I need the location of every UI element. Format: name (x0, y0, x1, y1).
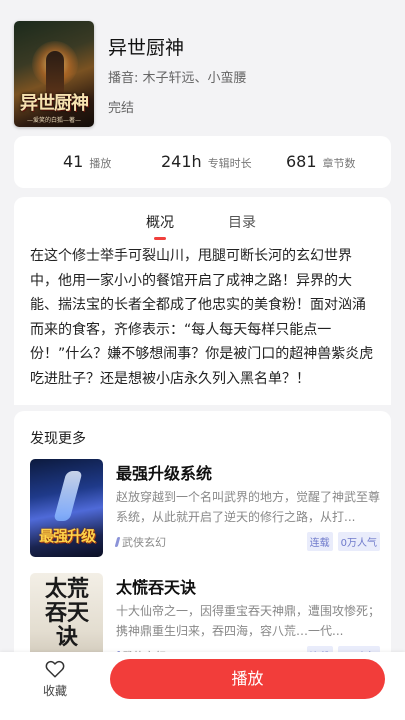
stat-chapters-label: 章节数 (322, 157, 356, 170)
book-status: 完结 (108, 101, 135, 116)
recommendation-cover-title: 最强升级 (38, 527, 96, 545)
category-mark-icon (114, 537, 121, 547)
tab-overview[interactable]: 概况 (146, 212, 174, 232)
recommendation-cover[interactable]: 最强升级 (30, 459, 103, 557)
recommendation-desc: 十大仙帝之一，因得重宝吞天神鼎，遭围攻惨死；携神鼎重生归来，吞四海，容八荒…一代… (116, 604, 380, 638)
book-cover: 异世厨神 —爱笑的白狐—著— (14, 21, 94, 127)
recommendation-desc: 赵放穿越到一个名叫武界的地方，觉醒了神武至尊系统，从此就开启了逆天的修行之路，从… (116, 490, 380, 524)
recommendation-cover-title: 太荒吞天诀 (44, 576, 89, 650)
stat-plays-label: 播放 (89, 157, 112, 170)
recommendation-title[interactable]: 最强升级系统 (116, 460, 212, 484)
discover-title: 发现更多 (30, 431, 86, 447)
favorite-button[interactable]: 收藏 (30, 660, 80, 704)
book-title: 异世厨神 (108, 37, 185, 59)
stat-plays: 41 播放 (63, 152, 111, 171)
popularity-badge: 0万人气 (337, 532, 380, 551)
bottom-action-bar: 收藏 播放 (0, 652, 405, 720)
book-cover-title: 异世厨神 (20, 93, 89, 114)
recommendation-title[interactable]: 太慌吞天诀 (116, 574, 196, 598)
recommendation-tags: 连载 0万人气 (306, 532, 380, 551)
tab-active-indicator (154, 237, 166, 240)
book-header: 异世厨神 —爱笑的白狐—著— 异世厨神 播音: 木子轩远、小蛮腰 完结 (0, 0, 405, 135)
intro-card: 概况 目录 在这个修士举手可裂山川，甩腿可断长河的玄幻世界中，他用一家小小的餐馆… (14, 197, 391, 405)
stat-chapters: 681 章节数 (286, 152, 356, 171)
stat-duration-value: 241h (161, 152, 202, 171)
stats-card: 41 播放 241h 专辑时长 681 章节数 (14, 136, 391, 188)
favorite-label: 收藏 (42, 684, 67, 698)
status-badge: 连载 (306, 532, 333, 551)
book-cover-author: —爱笑的白狐—著— (26, 117, 81, 124)
tab-catalog[interactable]: 目录 (228, 212, 256, 232)
stat-duration-label: 专辑时长 (207, 157, 252, 170)
book-description: 在这个修士举手可裂山川，甩腿可断长河的玄幻世界中，他用一家小小的餐馆开启了成神之… (30, 248, 374, 387)
book-anchors: 播音: 木子轩远、小蛮腰 (108, 71, 247, 86)
play-button[interactable]: 播放 (110, 659, 385, 699)
stat-plays-value: 41 (63, 152, 84, 171)
recommendation-item[interactable]: 最强升级 最强升级系统 赵放穿越到一个名叫武界的地方，觉醒了神武至尊系统，从此就… (30, 459, 380, 563)
recommendation-category: 武侠玄幻 (114, 534, 166, 550)
stat-duration: 241h 专辑时长 (161, 152, 252, 171)
recommendation-category-label: 武侠玄幻 (122, 536, 166, 549)
heart-icon (45, 660, 65, 678)
stat-chapters-value: 681 (286, 152, 317, 171)
